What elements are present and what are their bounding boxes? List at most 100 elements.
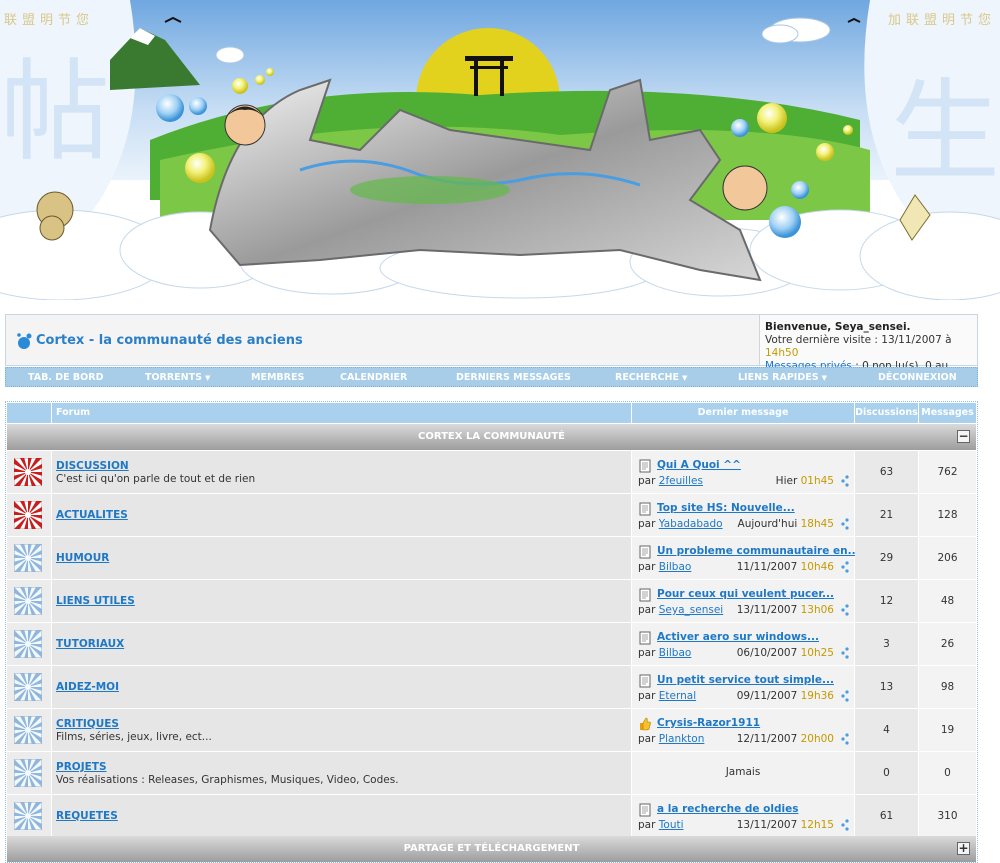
welcome-box: Bienvenue, Seya_sensei. Votre dernière v… — [759, 315, 977, 385]
nav-calendar[interactable]: CALENDRIER — [340, 372, 407, 383]
forum-name[interactable]: HUMOUR — [56, 552, 109, 564]
last-post-time: 10h25 — [800, 647, 834, 659]
forum-name[interactable]: LIENS UTILES — [56, 595, 135, 607]
nav-torrents[interactable]: TORRENTS ▼ — [145, 372, 210, 383]
forum-description: Films, séries, jeux, livre, ect... — [56, 731, 212, 743]
forum-table: Forum Dernier message Discussions Messag… — [5, 401, 978, 863]
forum-name[interactable]: CRITIQUES — [56, 718, 119, 730]
last-post-date: Hier 01h45 — [775, 475, 834, 487]
header-last-message: Dernier message — [632, 403, 854, 423]
go-to-post-icon[interactable] — [840, 561, 850, 573]
last-poster-link[interactable]: Touti — [659, 819, 684, 831]
category-title[interactable]: PARTAGE ET TÉLÉCHARGEMENT — [404, 843, 580, 854]
last-post-time: 20h00 — [800, 733, 834, 745]
last-post-date: 06/10/2007 10h25 — [736, 647, 834, 659]
go-to-post-icon[interactable] — [840, 647, 850, 659]
last-visit-time: 14h50 — [765, 347, 799, 359]
page-icon — [639, 803, 651, 817]
last-post-time: 13h06 — [800, 604, 834, 616]
page-icon — [639, 674, 651, 688]
posts-count: 26 — [919, 623, 976, 665]
splash-icon — [17, 333, 32, 349]
last-topic-link[interactable]: Un probleme communautaire en... — [657, 545, 860, 557]
page-icon — [639, 588, 651, 602]
last-poster-link[interactable]: Eternal — [659, 690, 696, 702]
last-poster-link[interactable]: Plankton — [659, 733, 705, 745]
category-title[interactable]: CORTEX LA COMMUNAUTÉ — [418, 431, 565, 442]
nav-quick-links[interactable]: LIENS RAPIDES ▼ — [738, 372, 827, 383]
collapse-icon[interactable]: − — [957, 430, 970, 443]
last-post: Pour ceux qui veulent pucer... par Seya_s… — [632, 580, 854, 622]
last-topic-link[interactable]: Top site HS: Nouvelle... — [657, 502, 795, 514]
site-banner: 帖 生 联盟明节您 加联盟明节您 — [0, 0, 1000, 300]
topics-count: 3 — [855, 623, 918, 665]
nav-search[interactable]: RECHERCHE ▼ — [615, 372, 687, 383]
last-post: Un petit service tout simple... par Etern… — [632, 666, 854, 708]
posts-count: 310 — [919, 795, 976, 837]
forum-name[interactable]: PROJETS — [56, 761, 107, 773]
topics-count: 29 — [855, 537, 918, 579]
nav-dashboard[interactable]: TAB. DE BORD — [28, 372, 103, 383]
nav-members[interactable]: MEMBRES — [251, 372, 304, 383]
posts-count: 128 — [919, 494, 976, 536]
header-icon-col — [7, 403, 51, 423]
last-poster-link[interactable]: Seya_sensei — [659, 604, 723, 616]
go-to-post-icon[interactable] — [840, 819, 850, 831]
last-poster: par 2feuilles — [638, 475, 703, 487]
last-topic-link[interactable]: a la recherche de oldies — [657, 803, 798, 815]
nav-latest-messages[interactable]: DERNIERS MESSAGES — [456, 372, 571, 383]
last-poster-link[interactable]: Yabadabado — [659, 518, 723, 530]
posts-count: 0 — [919, 752, 976, 794]
last-post: Qui A Quoi ^^ par 2feuilles Hier 01h45 — [632, 451, 854, 493]
last-poster-link[interactable]: 2feuilles — [659, 475, 703, 487]
nav-logout[interactable]: DÉCONNEXION — [878, 372, 957, 383]
go-to-post-icon[interactable] — [840, 733, 850, 745]
forum-row: TUTORIAUX Activer aero sur windows... par… — [7, 623, 976, 665]
thumbs-up-icon — [640, 717, 651, 731]
forum-row: AIDEZ-MOI Un petit service tout simple..… — [7, 666, 976, 708]
last-post-time: 01h45 — [800, 475, 834, 487]
forum-name[interactable]: DISCUSSION — [56, 460, 129, 472]
forum-name[interactable]: REQUETES — [56, 810, 118, 822]
last-topic-link[interactable]: Crysis-Razor1911 — [657, 717, 760, 729]
go-to-post-icon[interactable] — [840, 475, 850, 487]
last-post: Crysis-Razor1911 par Plankton 12/11/2007 2… — [632, 709, 854, 751]
category-header: PARTAGE ET TÉLÉCHARGEMENT + — [7, 836, 976, 862]
posts-count: 762 — [919, 451, 976, 493]
topics-count: 13 — [855, 666, 918, 708]
go-to-post-icon[interactable] — [840, 604, 850, 616]
page-icon — [639, 545, 651, 559]
posts-count: 98 — [919, 666, 976, 708]
go-to-post-icon[interactable] — [840, 690, 850, 702]
forum-name[interactable]: AIDEZ-MOI — [56, 681, 119, 693]
site-title[interactable]: Cortex - la communauté des anciens — [36, 333, 303, 348]
go-to-post-icon[interactable] — [840, 518, 850, 530]
cartoon-baby-icon — [722, 165, 768, 211]
last-poster-link[interactable]: Bilbao — [659, 647, 692, 659]
forum-name[interactable]: TUTORIAUX — [56, 638, 124, 650]
forum-row: DISCUSSION C'est ici qu'on parle de tout… — [7, 451, 976, 493]
chevron-down-icon: ▼ — [681, 374, 688, 382]
last-topic-link[interactable]: Activer aero sur windows... — [657, 631, 819, 643]
welcome-text: Bienvenue, Seya_sensei. — [765, 321, 911, 333]
main-nav: TAB. DE BORD TORRENTS ▼ MEMBRES CALENDRIE… — [5, 367, 978, 387]
forum-name[interactable]: ACTUALITES — [56, 509, 128, 521]
forum-row: CRITIQUES Films, séries, jeux, livre, ec… — [7, 709, 976, 751]
last-topic-link[interactable]: Pour ceux qui veulent pucer... — [657, 588, 834, 600]
last-post-date: 12/11/2007 20h00 — [736, 733, 834, 745]
no-new-posts-icon — [14, 759, 42, 787]
new-posts-icon — [14, 458, 42, 486]
last-poster-link[interactable]: Bilbao — [659, 561, 692, 573]
svg-text:生: 生 — [890, 68, 1000, 196]
last-topic-link[interactable]: Qui A Quoi ^^ — [657, 459, 741, 471]
last-topic-link[interactable]: Un petit service tout simple... — [657, 674, 834, 686]
last-post-time: 12h15 — [800, 819, 834, 831]
forum-description: C'est ici qu'on parle de tout et de rien — [56, 473, 256, 485]
forum-row: ACTUALITES Top site HS: Nouvelle... par Y… — [7, 494, 976, 536]
forum-row: LIENS UTILES Pour ceux qui veulent pucer… — [7, 580, 976, 622]
last-post-time: 10h46 — [800, 561, 834, 573]
expand-icon[interactable]: + — [957, 842, 970, 855]
header-topics: Discussions — [855, 403, 918, 423]
new-posts-icon — [14, 501, 42, 529]
last-post: Activer aero sur windows... par Bilbao 06/… — [632, 623, 854, 665]
